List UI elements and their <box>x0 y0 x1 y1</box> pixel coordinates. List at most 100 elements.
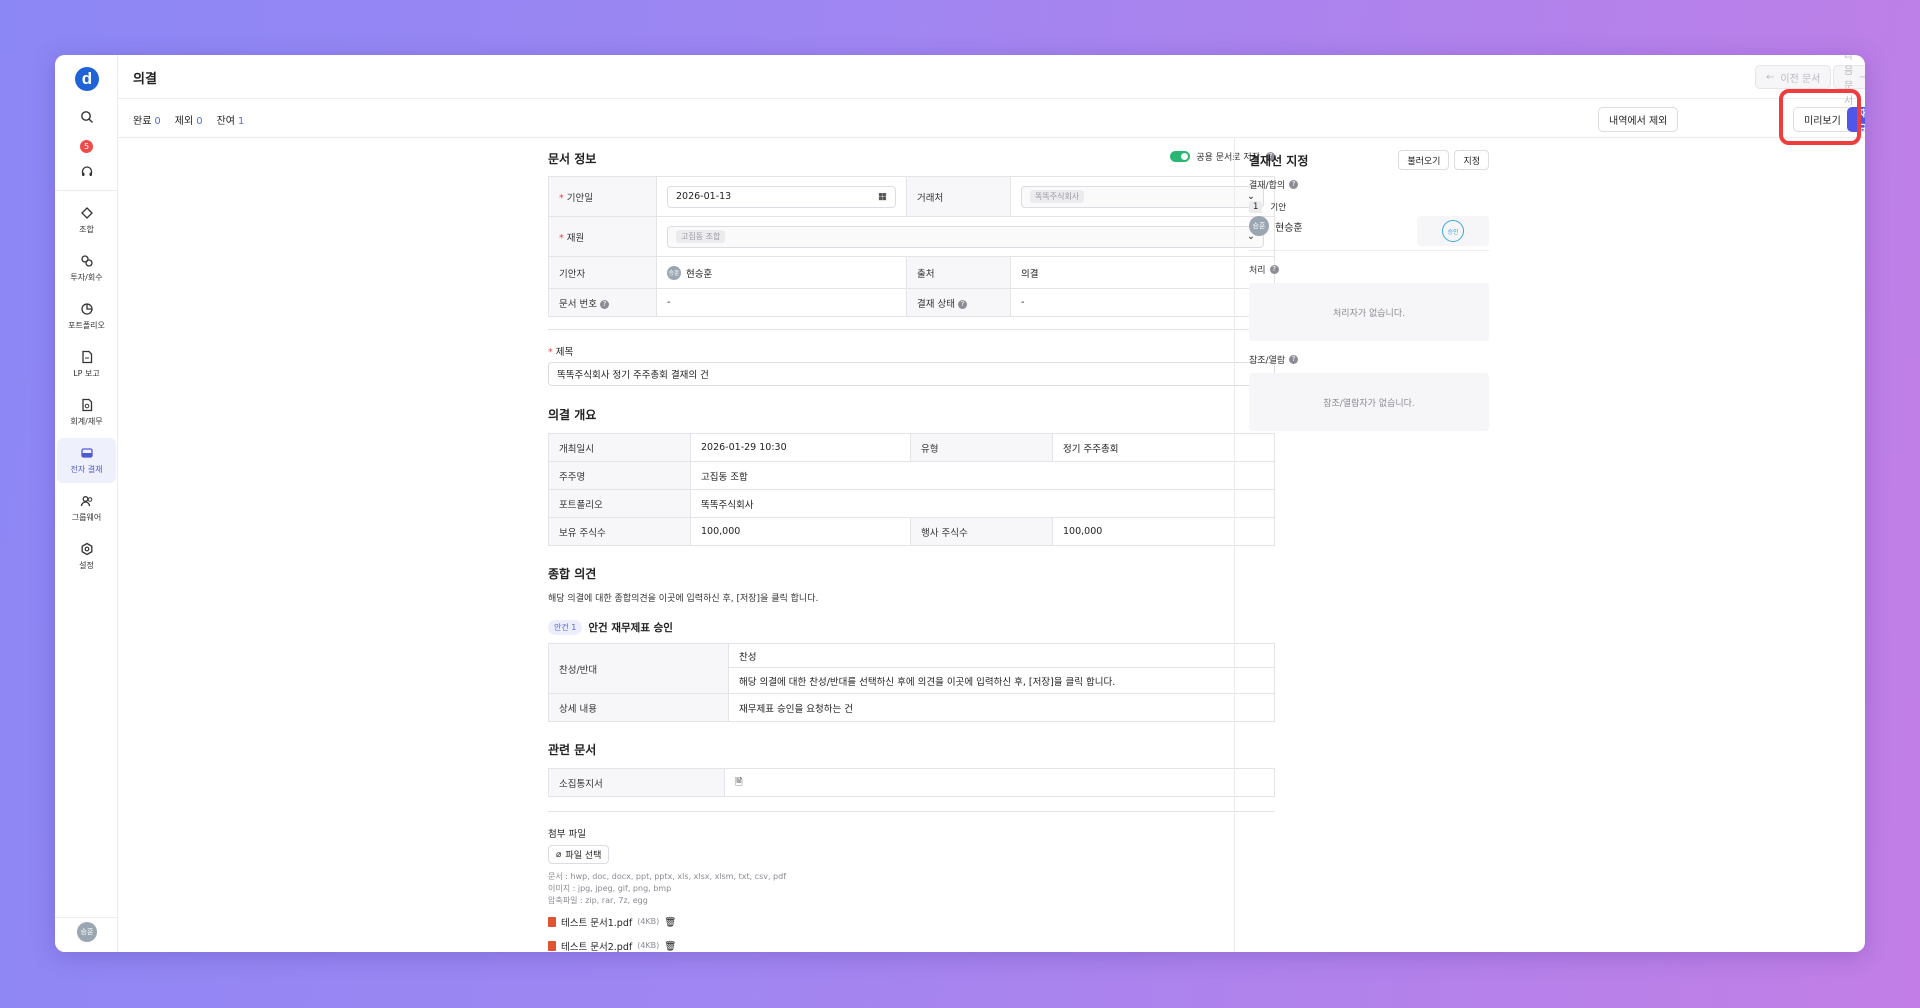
main-content: 문서 정보 공용 문서로 저장 ? *기안일 2026-01-13 ▦ 거래처 <box>548 150 1275 952</box>
related-doc-cell[interactable]: 🗎 <box>724 768 1275 797</box>
cell-label: * 기안일 <box>548 176 657 217</box>
nav-lp-report[interactable]: LP 보고 <box>57 342 116 387</box>
approval-step: 1 기안 <box>1249 201 1489 213</box>
subject-label: * 제목 <box>548 347 574 358</box>
approver-avatar: 승훈 <box>1249 216 1269 236</box>
investment-icon <box>80 255 93 267</box>
nav-label: LP 보고 <box>73 369 100 378</box>
nav-fund[interactable]: 조합 <box>57 198 116 243</box>
help-icon: ? <box>958 299 968 309</box>
approver-name: 현승훈 <box>1275 222 1303 234</box>
file-hint: 문서 : hwp, doc, docx, ppt, pptx, xls, xls… <box>548 872 787 881</box>
pdf-icon <box>548 941 556 951</box>
next-doc-button[interactable]: 다음 문서 → <box>1833 55 1865 107</box>
stat-remaining: 잔여 1 <box>216 116 245 127</box>
nav-label: 회계/재무 <box>70 417 103 426</box>
help-icon: ? <box>600 299 610 309</box>
nav-accounting[interactable]: 회계/재무 <box>57 390 116 435</box>
trash-icon[interactable]: 🗑 <box>664 941 676 952</box>
lp-report-icon <box>81 350 92 364</box>
overview-title: 의결 개요 <box>548 408 597 422</box>
help-icon: ? <box>1289 355 1299 364</box>
process-label: 처리? <box>1249 263 1489 276</box>
cell-label: 출처 <box>906 256 1011 289</box>
file-select-button[interactable]: ⌀ 파일 선택 <box>548 845 610 864</box>
user-avatar[interactable]: 승훈 <box>77 922 97 942</box>
public-doc-toggle[interactable] <box>1170 151 1191 162</box>
agenda-table: 찬성/반대 찬성 해당 의결에 대한 찬성/반대를 선택하신 후에 의견을 이곳… <box>548 643 1275 722</box>
drafter-avatar: 승훈 <box>667 265 681 280</box>
status-bar: 완료 0 제외 0 잔여 1 내역에서 제외 미리보기 결재 요청 <box>118 94 1865 150</box>
header: 의결 ← 이전 문서 다음 문서 → <box>118 55 1865 107</box>
nav-approval[interactable]: 전자 결재 <box>57 438 116 483</box>
doc-no-cell: - <box>656 288 907 317</box>
approve-stamp-icon: 승인 <box>1442 220 1464 242</box>
help-icon: ? <box>1269 265 1279 274</box>
exclude-button[interactable]: 내역에서 제외 <box>1598 107 1679 132</box>
opinion-desc: 해당 의결에 대한 종합의견을 이곳에 입력하신 후, [저장]을 클릭 합니다… <box>548 594 819 604</box>
held-shares: 100,000 <box>690 517 911 546</box>
subject-input[interactable]: 똑똑주식회사 정기 주주총회 결재의 건 <box>548 362 1275 386</box>
search-icon[interactable] <box>55 110 118 127</box>
nav-groupware[interactable]: 그룹웨어 <box>57 486 116 531</box>
approval-icon <box>80 448 93 458</box>
nav-settings[interactable]: 설정 <box>57 534 116 579</box>
portfolio: 똑똑주식회사 <box>690 489 1275 518</box>
nav-label: 포트폴리오 <box>68 321 105 330</box>
overview-table: 개최일시 2026-01-29 10:30 유형 정기 주주총회 주주명 고집동… <box>548 433 1275 546</box>
step-role: 기안 <box>1270 203 1287 213</box>
nav-label: 설정 <box>79 561 94 570</box>
detail-value: 재무제표 승인을 요청하는 건 <box>728 693 1275 722</box>
doc-stats: 완료 0 제외 0 잔여 1 <box>133 112 244 127</box>
file-name[interactable]: 테스트 문서1.pdf <box>561 915 632 929</box>
fund-select[interactable]: 고집동 조합 ⌄ <box>667 225 1264 248</box>
related-title: 관련 문서 <box>548 743 597 757</box>
assign-button[interactable]: 지정 <box>1454 150 1489 170</box>
doc-info-table: * 기안일 2026-01-13 ▦ 거래처 똑똑주식회사 ⌄ * 재원 고집동… <box>548 176 1275 317</box>
shareholder: 고집동 조합 <box>690 461 1275 490</box>
cell-label: 찬성/반대 <box>548 643 729 694</box>
nav-portfolio[interactable]: 포트폴리오 <box>57 294 116 339</box>
cell-label: 주주명 <box>548 461 691 490</box>
stat-done: 완료 0 <box>133 116 161 127</box>
logo-icon[interactable]: d <box>75 67 99 91</box>
trash-icon[interactable]: 🗑 <box>664 917 676 928</box>
highlight-box <box>1779 89 1861 145</box>
app-window: d 5 조합 투자/회수 포트폴리오 LP 보고 회계/재무 전자 결재 그룹웨… <box>55 55 1865 952</box>
load-button[interactable]: 불러오기 <box>1398 150 1450 170</box>
pdf-icon <box>548 917 556 927</box>
cell-label: 개최일시 <box>548 433 691 462</box>
cell-label: 기안자 <box>548 256 657 289</box>
fund-icon <box>80 207 93 219</box>
draft-date-input[interactable]: 2026-01-13 ▦ <box>667 185 896 208</box>
attachments-title: 첨부 파일 <box>548 829 586 840</box>
approval-title: 결재선 지정 <box>1249 153 1309 168</box>
nav-label: 그룹웨어 <box>71 513 102 522</box>
cell-label: 행사 주식수 <box>910 517 1053 546</box>
vote-select[interactable]: 찬성 <box>728 643 1275 668</box>
cell-label: 상세 내용 <box>548 693 729 722</box>
cell-label: 결재 상태 ? <box>906 288 1011 317</box>
nav-investment[interactable]: 투자/회수 <box>57 246 116 291</box>
file-item: 테스트 문서1.pdf (4KB) 🗑 <box>548 915 1275 929</box>
agenda-tag: 안건 1 <box>548 620 583 635</box>
step-number: 1 <box>1249 201 1263 213</box>
cell-label: 소집통지서 <box>548 768 725 797</box>
line-label: 결재/합의? <box>1249 178 1489 191</box>
cell-label: * 재원 <box>548 216 657 257</box>
partner-select[interactable]: 똑똑주식회사 ⌄ <box>1021 185 1264 208</box>
file-name[interactable]: 테스트 문서2.pdf <box>561 939 632 952</box>
headset-icon[interactable] <box>55 165 118 182</box>
notification-badge[interactable]: 5 <box>80 140 93 153</box>
portfolio-icon <box>80 303 93 315</box>
ref-empty: 참조/열람자가 없습니다. <box>1249 373 1489 431</box>
vote-comment[interactable]: 해당 의결에 대한 찬성/반대를 선택하신 후에 의견을 이곳에 입력하신 후,… <box>728 667 1275 694</box>
stamp-box: 승인 <box>1417 216 1489 246</box>
stat-excluded: 제외 0 <box>174 116 203 127</box>
meeting-type: 정기 주주총회 <box>1052 433 1275 462</box>
document-icon[interactable]: 🗎 <box>735 777 743 788</box>
related-table: 소집통지서 🗎 <box>548 768 1275 797</box>
prev-doc-button[interactable]: ← 이전 문서 <box>1755 65 1832 89</box>
approval-panel: 결재선 지정 불러오기 지정 결재/합의? 1 기안 승훈 현승훈 승인 처리?… <box>1249 150 1489 431</box>
drafter-cell: 승훈 현승훈 <box>656 256 907 289</box>
